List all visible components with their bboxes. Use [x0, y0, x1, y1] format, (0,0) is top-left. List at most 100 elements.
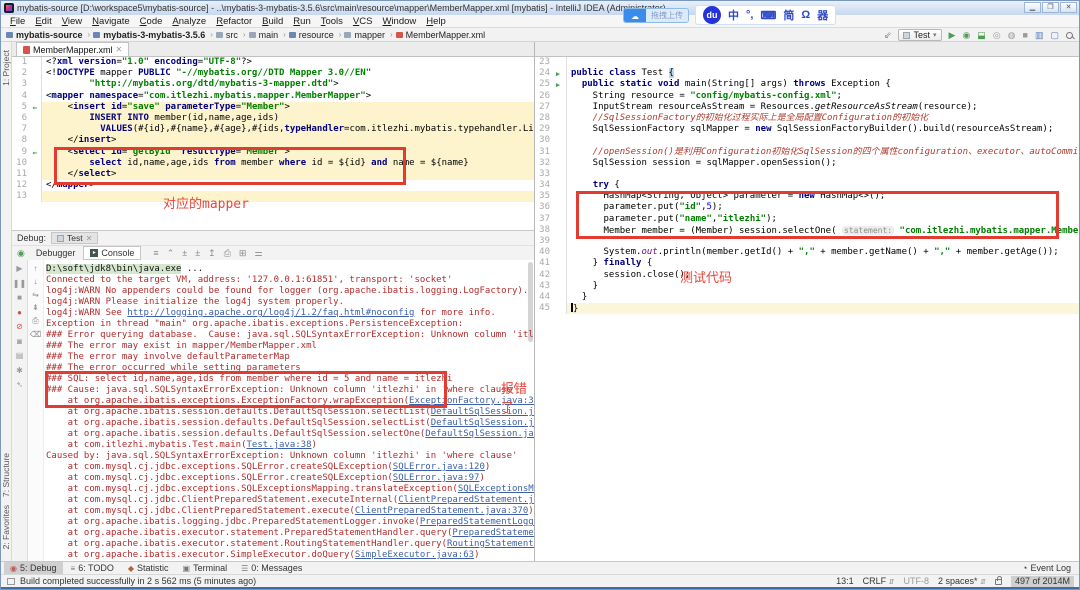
- console-line[interactable]: log4j:WARN See http://logging.apache.org…: [46, 308, 534, 319]
- line-ending-selector[interactable]: CRLF ⇵: [863, 576, 895, 586]
- clear-console-icon[interactable]: ⌫: [30, 330, 41, 339]
- scroll-to-end-icon[interactable]: ⇟: [32, 303, 39, 312]
- stop-debug-button[interactable]: ■: [17, 293, 22, 302]
- console-line[interactable]: ### Error querying database. Cause: java…: [46, 330, 534, 341]
- menu-run[interactable]: Run: [288, 16, 315, 27]
- close-icon[interactable]: ✕: [116, 45, 123, 54]
- scroll-up-icon[interactable]: ⌃: [167, 248, 175, 259]
- code-line[interactable]: 43 }: [535, 281, 1080, 292]
- menu-window[interactable]: Window: [377, 16, 421, 27]
- code-line[interactable]: 36 parameter.put("id",5);: [535, 202, 1080, 213]
- code-line[interactable]: 12</mapper>: [12, 180, 534, 191]
- code-line[interactable]: 28 //SqlSessionFactory的初始化过程实际上是全局配置Conf…: [535, 113, 1080, 124]
- run-config-selector[interactable]: Test ▾: [898, 29, 941, 41]
- terminal-window-icon[interactable]: ▢: [1050, 30, 1059, 40]
- soft-wrap-icon[interactable]: ≡: [153, 248, 158, 259]
- menu-file[interactable]: File: [5, 16, 30, 27]
- breadcrumb-resource[interactable]: resource: [289, 30, 334, 40]
- code-line[interactable]: 42 session.close();: [535, 270, 1080, 281]
- run-button[interactable]: ▶: [949, 30, 956, 40]
- menu-navigate[interactable]: Navigate: [87, 16, 135, 27]
- navigate-mapper-icon[interactable]: ←: [33, 148, 38, 157]
- code-line[interactable]: 8 </insert>: [12, 135, 534, 146]
- minimize-button[interactable]: ▁: [1024, 2, 1041, 13]
- menu-vcs[interactable]: VCS: [348, 16, 378, 27]
- encoding-selector[interactable]: UTF-8: [904, 576, 930, 586]
- xml-editor[interactable]: 对应的mapper 1<?xml version="1.0" encoding=…: [12, 57, 534, 230]
- coverage-button[interactable]: ⬓: [977, 30, 986, 40]
- layout-icon[interactable]: ⊞: [239, 248, 247, 259]
- code-line[interactable]: 25▶ public static void main(String[] arg…: [535, 79, 1080, 90]
- close-button[interactable]: ✕: [1060, 2, 1077, 13]
- console-line[interactable]: at org.apache.ibatis.session.defaults.De…: [46, 418, 534, 429]
- console-line[interactable]: ### The error may exist in mapper/Member…: [46, 341, 534, 352]
- search-everywhere-icon[interactable]: [1066, 32, 1073, 39]
- code-line[interactable]: 23: [535, 57, 1080, 68]
- code-line[interactable]: 6 INSERT INTO member(id,name,age,ids): [12, 113, 534, 124]
- code-line[interactable]: 30: [535, 135, 1080, 146]
- camera-snapshot-button[interactable]: ◙: [17, 337, 22, 346]
- breadcrumb-main[interactable]: main: [249, 30, 279, 40]
- up-stack-icon[interactable]: ↥: [208, 248, 216, 259]
- breadcrumb-src[interactable]: src: [216, 30, 238, 40]
- baidu-logo-icon[interactable]: du: [703, 6, 721, 24]
- restore-button[interactable]: ❐: [1042, 2, 1059, 13]
- console-output[interactable]: 报错了 D:\soft\jdk8\bin\java.exe ...Connect…: [44, 260, 534, 561]
- console-line[interactable]: at com.mysql.cj.jdbc.exceptions.SQLExcep…: [46, 484, 534, 495]
- code-line[interactable]: 32 SqlSession session = sqlMapper.openSe…: [535, 158, 1080, 169]
- code-line[interactable]: 39: [535, 236, 1080, 247]
- expand-all-icon[interactable]: ±: [182, 248, 187, 259]
- debug-button[interactable]: ◉: [962, 30, 970, 40]
- ime-lang-toggle[interactable]: 中: [728, 7, 739, 23]
- code-line[interactable]: 35 HashMap<String, Object> parameter = n…: [535, 191, 1080, 202]
- console-line[interactable]: Connected to the target VM, address: '12…: [46, 275, 534, 286]
- console-line[interactable]: at org.apache.ibatis.executor.SimpleExec…: [46, 550, 534, 561]
- indent-selector[interactable]: 2 spaces* ⇵: [938, 576, 986, 586]
- console-line[interactable]: ### The error may involve defaultParamet…: [46, 352, 534, 363]
- console-line[interactable]: Caused by: java.sql.SQLSyntaxErrorExcept…: [46, 451, 534, 462]
- run-line-icon[interactable]: ▶: [556, 81, 560, 89]
- update-running-app-icon[interactable]: ⇙: [884, 30, 892, 40]
- code-line[interactable]: 40 System.out.println(member.getId() + "…: [535, 247, 1080, 258]
- pause-button[interactable]: ❚❚: [13, 279, 26, 288]
- code-line[interactable]: 3 "http://mybatis.org/dtd/mybatis-3-mapp…: [12, 79, 534, 90]
- tool-messages[interactable]: ☰0: Messages: [235, 562, 308, 574]
- console-line[interactable]: at com.itlezhi.mybatis.Test.main(Test.ja…: [46, 440, 534, 451]
- restore-layout-button[interactable]: ▤: [16, 351, 24, 360]
- debug-session-tab[interactable]: Test ✕: [51, 232, 98, 244]
- run-line-icon[interactable]: ▶: [556, 70, 560, 78]
- code-line[interactable]: 45}: [535, 303, 1080, 314]
- console-line[interactable]: at com.mysql.cj.jdbc.exceptions.SQLError…: [46, 462, 534, 473]
- menu-analyze[interactable]: Analyze: [167, 16, 211, 27]
- soft-wraps-icon[interactable]: ⇋: [32, 290, 39, 299]
- tool-terminal[interactable]: ▣Terminal: [177, 562, 234, 574]
- profiler-button[interactable]: ◎: [993, 30, 1001, 40]
- console-line[interactable]: D:\soft\jdk8\bin\java.exe ...: [46, 264, 534, 275]
- tool-todo[interactable]: ≡6: TODO: [65, 562, 120, 574]
- mute-breakpoints-button[interactable]: ⊘: [16, 322, 23, 331]
- sidebar-item-project[interactable]: 1: Project: [1, 50, 11, 86]
- breadcrumb-mybatis-source[interactable]: mybatis-source: [6, 30, 83, 40]
- breadcrumb-membermapper.xml[interactable]: MemberMapper.xml: [396, 30, 486, 40]
- console-line[interactable]: at org.apache.ibatis.session.defaults.De…: [46, 407, 534, 418]
- code-line[interactable]: 9← <select id="getById" resultType="Memb…: [12, 147, 534, 158]
- code-line[interactable]: 26 String resource = "config/mybatis-con…: [535, 91, 1080, 102]
- pin-icon[interactable]: ➴: [16, 380, 23, 389]
- sidebar-item-structure[interactable]: 7: Structure: [1, 453, 11, 497]
- code-line[interactable]: 37 parameter.put("name","itlezhi");: [535, 214, 1080, 225]
- project-structure-icon[interactable]: ▥: [1035, 30, 1044, 40]
- lock-icon[interactable]: [995, 579, 1002, 585]
- code-line[interactable]: 44 }: [535, 292, 1080, 303]
- menu-build[interactable]: Build: [257, 16, 288, 27]
- code-line[interactable]: 4<mapper namespace="com.itlezhi.mybatis.…: [12, 91, 534, 102]
- memory-indicator[interactable]: 497 of 2014M: [1011, 576, 1074, 587]
- ime-user-icon[interactable]: Ω: [801, 9, 810, 21]
- code-line[interactable]: 2<!DOCTYPE mapper PUBLIC "-//mybatis.org…: [12, 68, 534, 79]
- console-line[interactable]: ### The error occurred while setting par…: [46, 363, 534, 374]
- print-console-icon[interactable]: ⎙: [32, 316, 38, 326]
- collapse-all-icon[interactable]: ±: [195, 248, 200, 259]
- print-icon[interactable]: ⎙: [224, 248, 231, 259]
- view-breakpoints-button[interactable]: ●: [17, 308, 22, 317]
- breadcrumb-mybatis-3-mybatis-3.5.6[interactable]: mybatis-3-mybatis-3.5.6: [93, 30, 205, 40]
- console-line[interactable]: + at org.apache.ibatis.logging.jdbc.Prep…: [46, 517, 534, 528]
